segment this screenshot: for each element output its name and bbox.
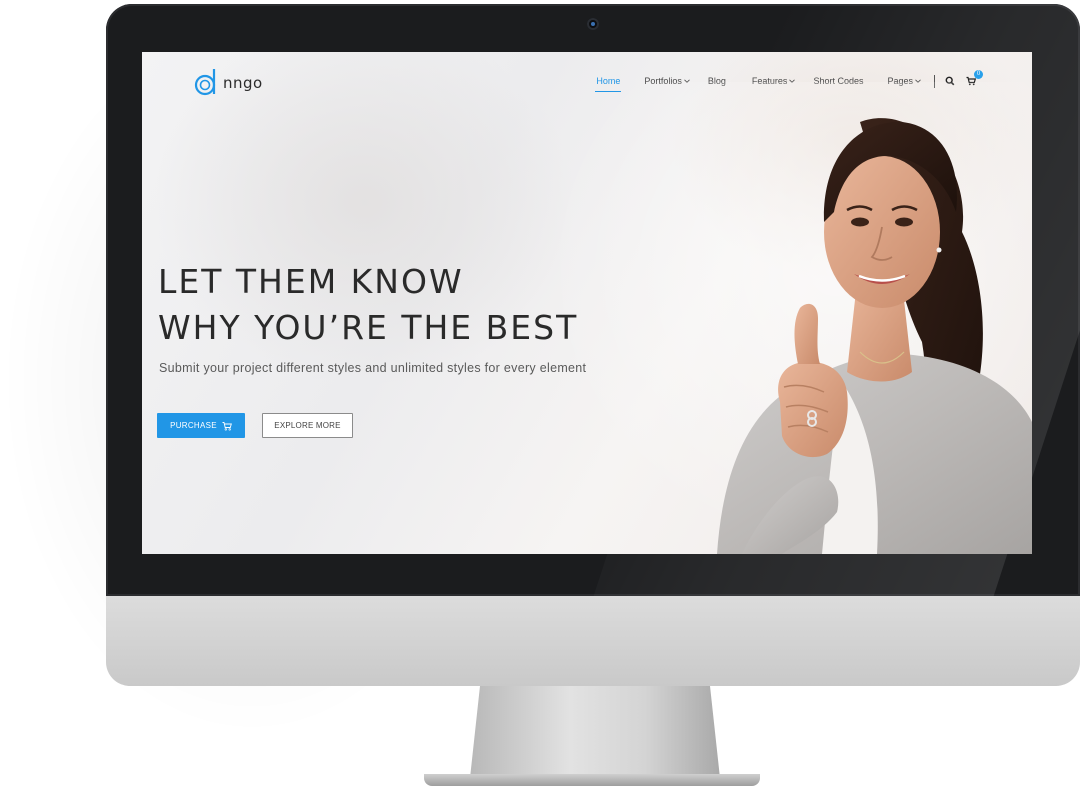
website-screen: nngo Home Portfolios Blog Features Short… [142,52,1032,554]
purchase-button[interactable]: PURCHASE [157,413,245,438]
cart-count-badge: 0 [974,70,983,79]
hero-title-line-1: LET THEM KNOW [158,262,464,301]
purchase-button-label: PURCHASE [170,421,217,430]
monitor-stand [470,686,720,778]
webcam-icon [587,18,599,30]
hero-title-line-2: WHY YOU’RE THE BEST [158,308,579,347]
explore-more-button-label: EXPLORE MORE [274,421,341,430]
logo-d-icon [194,69,216,96]
hero-subtitle: Submit your project different styles and… [159,361,587,375]
logo-text: nngo [223,74,263,92]
cart-icon [222,421,232,431]
site-logo[interactable]: nngo [194,66,263,96]
monitor-chin [106,596,1080,686]
hero-title: LET THEM KNOW WHY YOU’RE THE BEST [158,259,578,351]
explore-more-button[interactable]: EXPLORE MORE [262,413,353,438]
monitor-stand-base [424,774,760,786]
hero-woman-thumbs-up-image [542,82,1032,554]
